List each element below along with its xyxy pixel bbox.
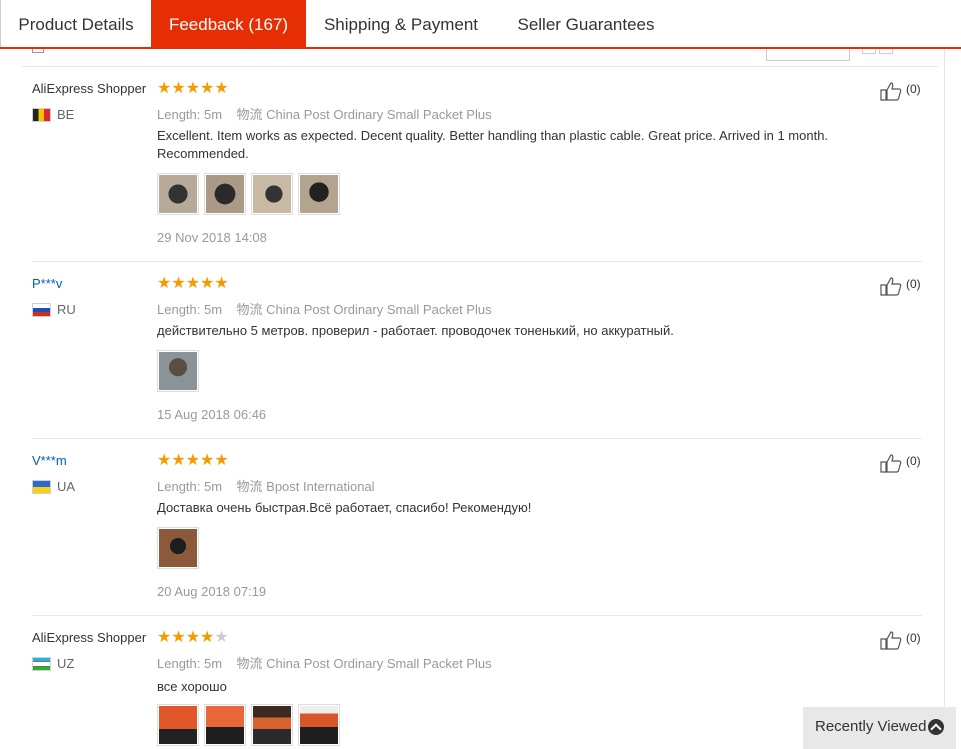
thumbs-up-icon (880, 82, 902, 101)
tab-product-details[interactable]: Product Details (1, 0, 151, 47)
review-text: действительно 5 метров. проверил - работ… (157, 323, 674, 338)
helpful-count: (0) (906, 631, 921, 645)
star-rating: ★★★★★ (157, 275, 229, 292)
helpful-button[interactable]: (0) (880, 453, 922, 473)
reviewer-name[interactable]: P***v (32, 276, 62, 291)
country-code: BE (57, 107, 75, 122)
review-date: 20 Aug 2018 07:19 (157, 584, 267, 599)
review-attributes: Length: 5m 物流 China Post Ordinary Small … (157, 104, 492, 123)
flag-uz-icon (32, 657, 51, 671)
reviewer-name[interactable]: V***m (32, 453, 67, 468)
review-photo-thumbnail[interactable] (251, 704, 293, 746)
flag-be-icon (32, 108, 51, 122)
review-text: Excellent. Item works as expected. Decen… (157, 128, 829, 161)
review-photo-thumbnail[interactable] (204, 173, 246, 215)
country-code: UZ (57, 656, 75, 671)
review-attributes: Length: 5m 物流 Bpost International (157, 476, 375, 495)
logistics-value: China Post Ordinary Small Packet Plus (266, 656, 492, 671)
length-label: Length: (157, 479, 201, 494)
review-item: AliExpress Shopper BE ★★★★★ Length: 5m 物… (32, 81, 922, 262)
length-value: 5m (204, 479, 223, 494)
flag-ua-icon (32, 480, 51, 494)
helpful-button[interactable]: (0) (880, 81, 922, 101)
chevron-up-circle-icon (928, 719, 944, 735)
review-photo-thumbnail[interactable] (157, 173, 199, 215)
logistics-label: 物流 (236, 107, 263, 122)
review-item: V***m UA ★★★★★ Length: 5m 物流 Bpost Inter… (32, 453, 922, 616)
review-text: Доставка очень быстрая.Всё работает, спа… (157, 500, 532, 515)
logistics-value: Bpost International (266, 479, 375, 494)
review-photo-thumbnail[interactable] (157, 350, 199, 392)
thumbs-up-icon (880, 631, 902, 650)
review-photo-thumbnail[interactable] (298, 173, 340, 215)
helpful-count: (0) (906, 82, 921, 96)
recently-viewed-button[interactable]: Recently Viewed (803, 707, 956, 749)
logistics-label: 物流 (236, 302, 263, 317)
logistics-value: China Post Ordinary Small Packet Plus (266, 107, 492, 122)
review-photo-thumbnail[interactable] (157, 704, 199, 746)
length-value: 5m (204, 107, 223, 122)
country-code: UA (57, 479, 76, 494)
logistics-label: 物流 (236, 656, 263, 671)
review-date: 15 Aug 2018 06:46 (157, 407, 267, 422)
reviewer-name: AliExpress Shopper (32, 81, 147, 96)
helpful-count: (0) (906, 277, 921, 291)
star-rating: ★★★★★ (157, 629, 229, 646)
review-photo-thumbnail[interactable] (157, 527, 199, 569)
review-attributes: Length: 5m 物流 China Post Ordinary Small … (157, 653, 492, 672)
review-item: P***v RU ★★★★★ Length: 5m 物流 China Post … (32, 276, 922, 439)
review-photo-thumbnail[interactable] (298, 704, 340, 746)
thumbs-up-icon (880, 277, 902, 296)
tab-seller-guarantees[interactable]: Seller Guarantees (496, 0, 676, 47)
helpful-count: (0) (906, 454, 921, 468)
logistics-value: China Post Ordinary Small Packet Plus (266, 302, 492, 317)
length-value: 5m (204, 656, 223, 671)
product-tabs: Product Details Feedback (167) Shipping … (0, 0, 961, 49)
helpful-button[interactable]: (0) (880, 276, 922, 296)
review-photo-thumbnail[interactable] (251, 173, 293, 215)
tab-shipping-payment[interactable]: Shipping & Payment (306, 0, 496, 47)
helpful-button[interactable]: (0) (880, 630, 922, 650)
content-border (944, 49, 945, 749)
thumbs-up-icon (880, 454, 902, 473)
logistics-label: 物流 (236, 479, 263, 494)
review-photo-thumbnail[interactable] (204, 704, 246, 746)
star-rating: ★★★★★ (157, 452, 229, 469)
star-rating: ★★★★★ (157, 80, 229, 97)
recently-viewed-label: Recently Viewed (815, 718, 927, 735)
country-code: RU (57, 302, 76, 317)
review-text: все хорошо (157, 679, 227, 694)
review-attributes: Length: 5m 物流 China Post Ordinary Small … (157, 299, 492, 318)
review-item: AliExpress Shopper UZ ★★★★★ Length: 5m 物… (32, 630, 922, 749)
tab-feedback[interactable]: Feedback (167) (151, 0, 306, 47)
length-label: Length: (157, 302, 201, 317)
review-date: 29 Nov 2018 14:08 (157, 230, 267, 245)
length-value: 5m (204, 302, 223, 317)
reviewer-name: AliExpress Shopper (32, 630, 147, 645)
length-label: Length: (157, 656, 201, 671)
length-label: Length: (157, 107, 201, 122)
flag-ru-icon (32, 303, 51, 317)
